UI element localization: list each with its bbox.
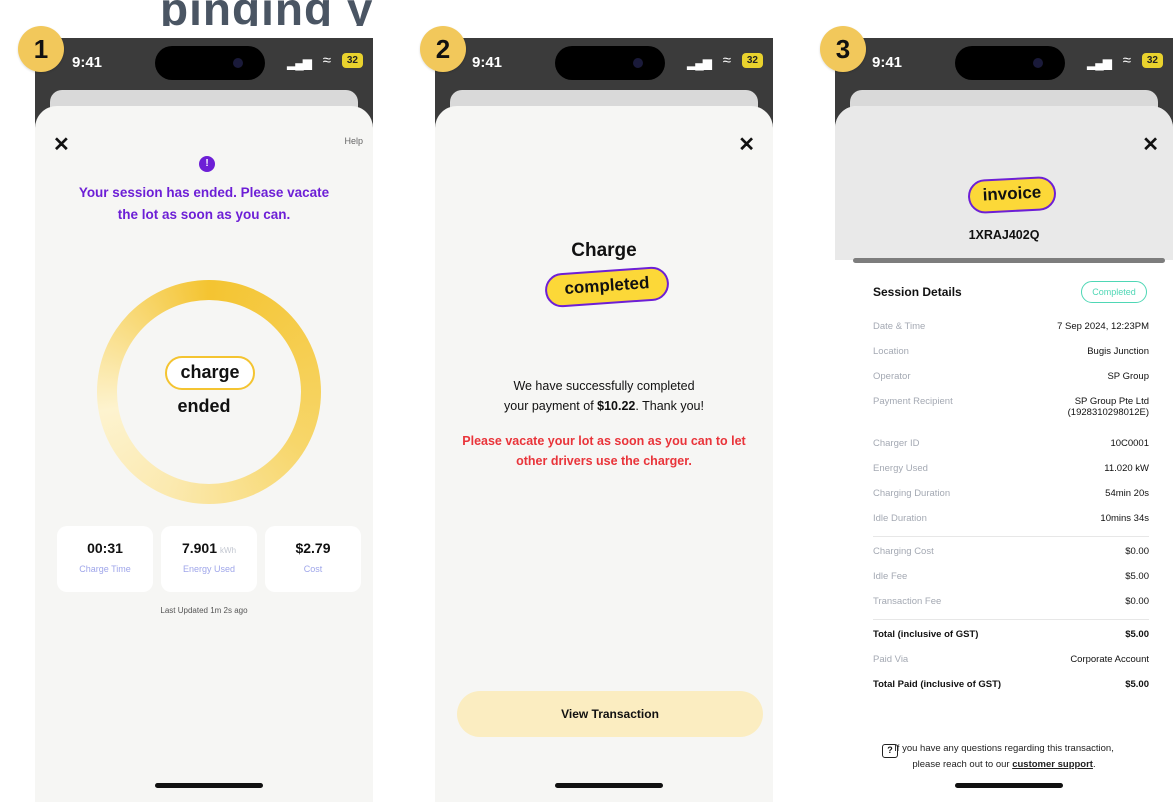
session-details-card: Session Details Completed Date & Time 7 S… [857,263,1161,738]
close-icon[interactable]: ✕ [738,132,755,157]
wifi-icon: ≈ [1122,52,1131,69]
payment-amount: $10.22 [597,399,636,413]
status-time: 9:41 [472,54,503,71]
vacate-warning: Please vacate your lot as soon as you ca… [462,434,746,468]
signal-icon: ▂▄▆ [687,56,712,70]
divider [873,619,1149,620]
phone-screen-1: 9:41 ▂▄▆ ≈ 32 ✕ Help ! Your session has … [35,38,373,802]
payment-message: We have successfully completed your paym… [504,379,704,413]
dynamic-island [955,46,1065,80]
battery-indicator: 32 [1141,53,1163,68]
detail-row: Date & Time 7 Sep 2024, 12:23PM [873,321,1149,332]
detail-row: Transaction Fee $0.00 [873,596,1149,607]
customer-support-link[interactable]: customer support [1012,759,1093,770]
status-badge: Completed [1081,281,1147,303]
invoice-number: 1XRAJ402Q [968,228,1040,242]
alert-icon: ! [199,156,215,172]
home-indicator [555,783,663,788]
step-badge-2: 2 [420,26,466,72]
battery-indicator: 32 [741,53,763,68]
charge-pill: charge [165,356,255,390]
detail-row: Payment Recipient SP Group Pte Ltd (192831… [873,396,1149,418]
phone-screen-3: 9:41 ▂▄▆ ≈ 32 ✕ invoice 1XRAJ402Q Sessio… [835,38,1173,802]
stat-charge-time: 00:31 Charge Time [57,526,153,592]
detail-row: Energy Used 11.020 kW [873,463,1149,474]
session-details-title: Session Details [873,285,962,299]
detail-row: Charging Duration 54min 20s [873,488,1149,499]
status-bar: 9:41 ▂▄▆ ≈ 32 [35,38,373,88]
dynamic-island [555,46,665,80]
charge-completed-sheet: ✕ Charge completed We have successfully … [435,106,773,802]
step-badge-1: 1 [18,26,64,72]
completed-pill: completed [543,265,671,309]
session-ended-message: Your session has ended. Please vacate th… [78,185,330,222]
detail-row: Operator SP Group [873,371,1149,382]
details-rows: Date & Time 7 Sep 2024, 12:23PM Location B… [873,321,1149,704]
dynamic-island [155,46,265,80]
charge-heading: Charge [571,240,637,261]
support-message: If you have any questions regarding this… [894,743,1114,770]
signal-icon: ▂▄▆ [287,56,312,70]
status-time: 9:41 [72,54,103,71]
divider [873,536,1149,537]
ended-label: ended [177,396,231,416]
charge-progress-ring [97,280,321,504]
detail-row: Charger ID 10C0001 [873,438,1149,449]
stat-energy-used: 7.901 kWh Energy Used [161,526,257,592]
invoice-pill: invoice [967,175,1057,215]
charge-ended-sheet: ✕ Help ! Your session has ended. Please … [35,106,373,802]
status-time: 9:41 [872,54,903,71]
detail-row: Charging Cost $0.00 [873,546,1149,557]
detail-row: Idle Duration 10mins 34s [873,513,1149,524]
detail-row-total: Total (inclusive of GST) $5.00 [873,629,1149,640]
signal-icon: ▂▄▆ [1087,56,1112,70]
home-indicator [155,783,263,788]
close-icon[interactable]: ✕ [1142,132,1159,157]
status-bar: 9:41 ▂▄▆ ≈ 32 [435,38,773,88]
view-transaction-button[interactable]: View Transaction [457,691,763,737]
detail-row: Paid Via Corporate Account [873,654,1149,665]
home-indicator [955,783,1063,788]
battery-indicator: 32 [341,53,363,68]
help-link[interactable]: Help [344,136,363,146]
wifi-icon: ≈ [322,52,331,69]
status-bar: 9:41 ▂▄▆ ≈ 32 [835,38,1173,88]
stat-cost: $2.79 Cost [265,526,361,592]
last-updated: Last Updated 1m 2s ago [160,606,248,615]
close-icon[interactable]: ✕ [53,132,70,157]
phone-screen-2: 9:41 ▂▄▆ ≈ 32 ✕ Charge completed We have… [435,38,773,802]
step-badge-3: 3 [820,26,866,72]
detail-row: Location Bugis Junction [873,346,1149,357]
top-heading-fragment: pinging y [160,0,374,26]
detail-row: Idle Fee $5.00 [873,571,1149,582]
wifi-icon: ≈ [722,52,731,69]
detail-row-total-paid: Total Paid (inclusive of GST) $5.00 [873,679,1149,690]
